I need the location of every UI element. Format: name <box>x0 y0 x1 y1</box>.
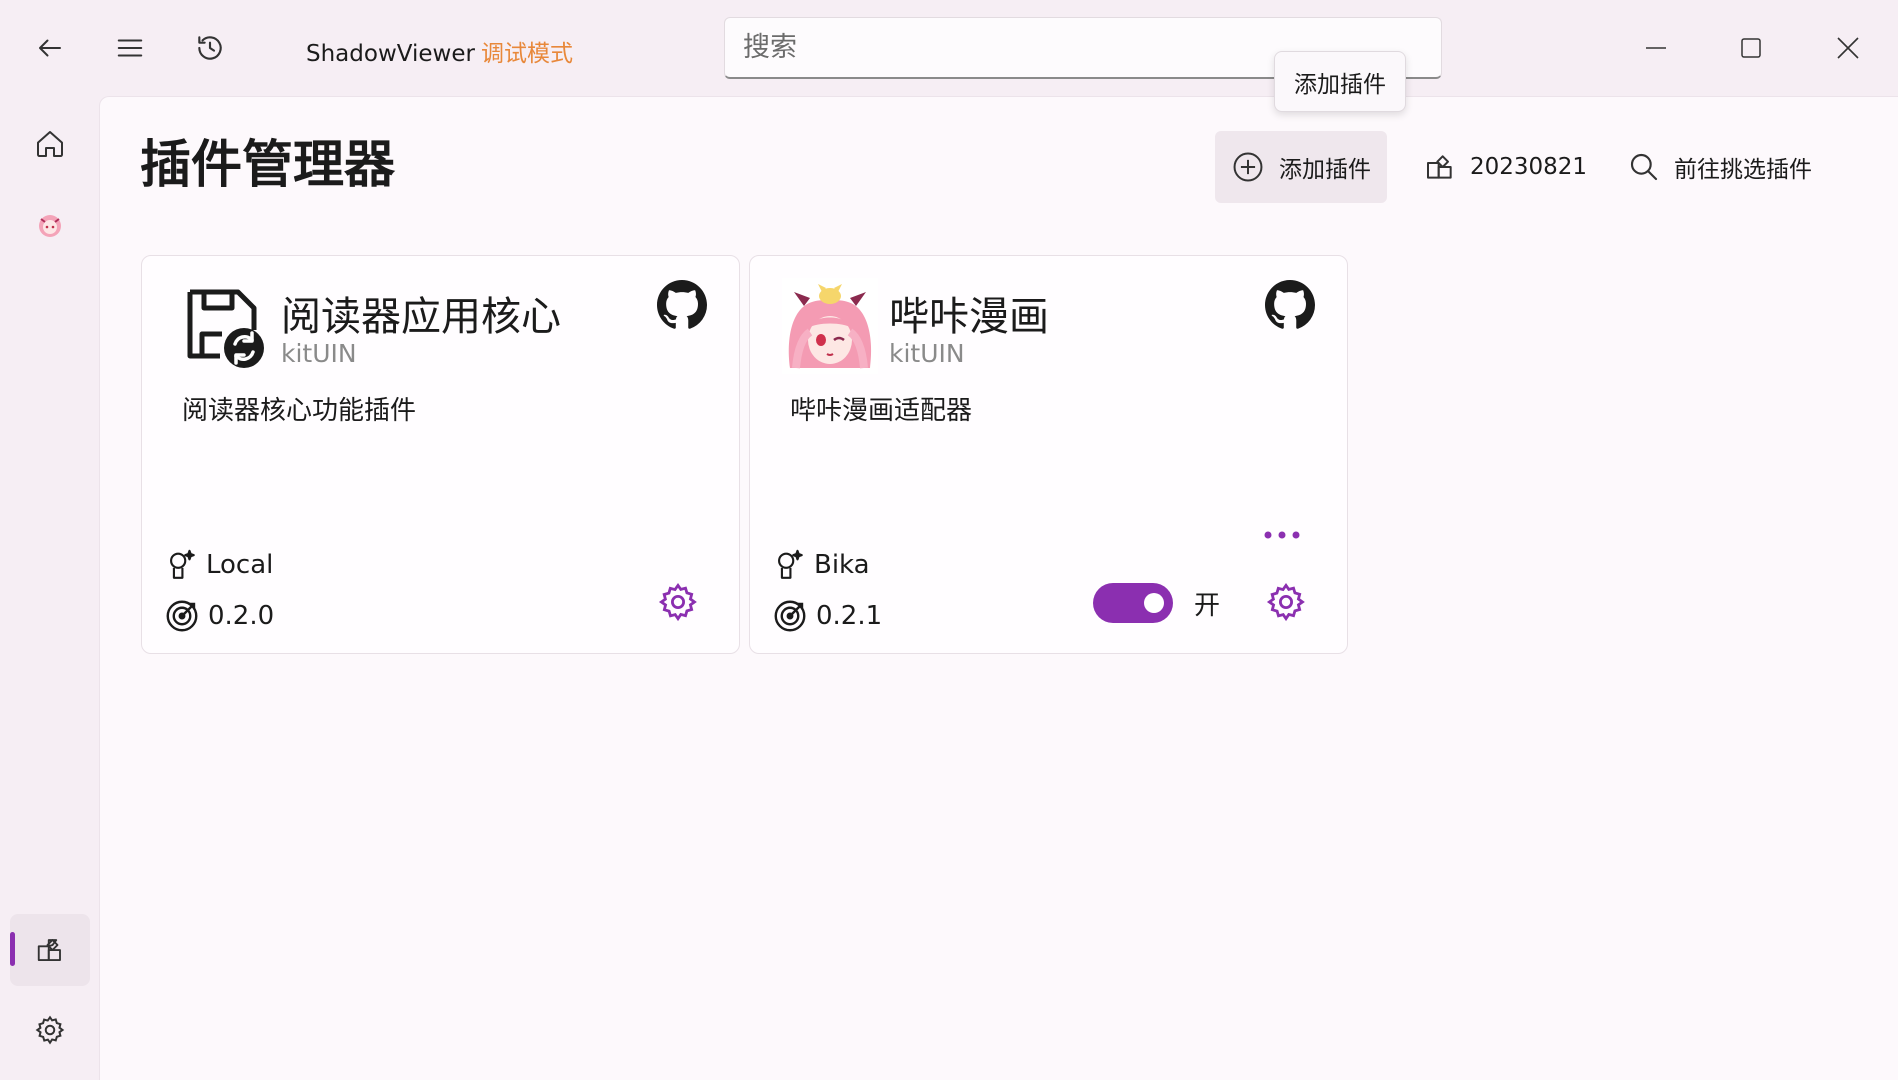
add-plugin-tooltip: 添加插件 <box>1274 51 1406 112</box>
plugin-settings-button[interactable] <box>1262 578 1310 626</box>
plugin-tag-row: Bika <box>772 548 870 582</box>
plugin-tag: Local <box>206 550 274 580</box>
add-circle-icon <box>1233 152 1263 182</box>
toggle-knob <box>1144 593 1164 613</box>
maximize-icon <box>1741 38 1761 58</box>
plugin-name: 阅读器应用核心 <box>281 294 561 340</box>
toggle-state-label: 开 <box>1194 591 1221 621</box>
more-options-button[interactable] <box>1257 520 1307 550</box>
browse-plugins-label: 前往挑选插件 <box>1674 157 1812 183</box>
plugin-tag-row: Local <box>164 548 273 582</box>
version-button[interactable]: 20230821 <box>1408 131 1603 203</box>
browse-plugins-button[interactable]: 前往挑选插件 <box>1612 131 1828 203</box>
sparkle-person-icon <box>778 549 803 579</box>
minimize-button[interactable] <box>1616 14 1696 82</box>
title-bar: ShadowViewer 调试模式 <box>0 0 1898 96</box>
settings-gear-icon <box>1266 582 1305 622</box>
page-title: 插件管理器 <box>140 136 396 195</box>
content-area: 插件管理器 添加插件 20230821 前往挑选插件 阅读器应用核心 kitUI… <box>99 96 1898 1080</box>
add-plugin-label: 添加插件 <box>1279 157 1371 183</box>
nav-plugins[interactable] <box>10 914 90 986</box>
plugin-name: 哔咔漫画 <box>889 294 1049 340</box>
maximize-button[interactable] <box>1711 14 1791 82</box>
nav-home[interactable] <box>10 108 90 180</box>
nav-settings[interactable] <box>10 994 90 1066</box>
plugin-version: 0.2.1 <box>816 601 883 631</box>
version-label: 20230821 <box>1470 154 1588 180</box>
nav-active-indicator <box>10 932 15 966</box>
plugin-version-row: 0.2.1 <box>772 598 882 634</box>
save-sync-icon <box>187 289 264 368</box>
plugin-tag: Bika <box>814 550 870 580</box>
nav-bika[interactable] <box>10 188 90 260</box>
menu-button[interactable] <box>100 20 160 76</box>
github-icon[interactable] <box>1265 280 1315 330</box>
back-button[interactable] <box>20 20 80 76</box>
history-icon <box>198 36 222 60</box>
minimize-icon <box>1646 47 1666 49</box>
settings-gear-icon <box>35 1015 65 1045</box>
back-arrow-icon <box>39 39 61 57</box>
home-icon <box>37 131 63 157</box>
puzzle-icon <box>37 939 61 961</box>
search-icon <box>1630 153 1658 181</box>
app-name: ShadowViewer <box>306 41 475 67</box>
app-title: ShadowViewer 调试模式 <box>306 34 573 68</box>
bika-avatar-icon <box>39 215 61 237</box>
plugin-enable-toggle[interactable] <box>1093 583 1173 623</box>
target-icon <box>166 600 198 632</box>
add-plugin-button[interactable]: 添加插件 <box>1215 131 1387 203</box>
puzzle-icon <box>1427 155 1452 179</box>
close-icon <box>1837 37 1859 59</box>
more-dots-icon <box>1264 531 1300 539</box>
app-window: ShadowViewer调试模式 添加插件 插件管理器 <box>0 0 1898 1080</box>
plugin-version-row: 0.2.0 <box>164 598 274 634</box>
plugin-description: 哔咔漫画适配器 <box>790 396 973 426</box>
sparkle-person-icon <box>170 549 195 579</box>
anime-avatar <box>782 278 878 374</box>
plugin-version: 0.2.0 <box>208 601 275 631</box>
hamburger-icon <box>117 39 143 57</box>
plugin-author: kitUIN <box>281 339 357 368</box>
debug-mode-label: 调试模式 <box>480 41 573 67</box>
target-icon <box>774 600 806 632</box>
plugin-card[interactable]: 哔咔漫画 kitUIN 哔咔漫画适配器 Bika 0.2.1 开 <box>749 255 1348 654</box>
close-button[interactable] <box>1808 14 1888 82</box>
github-icon[interactable] <box>657 280 707 330</box>
history-button[interactable] <box>180 20 240 76</box>
plugin-author: kitUIN <box>889 339 965 368</box>
plugin-card[interactable]: 阅读器应用核心 kitUIN 阅读器核心功能插件 Local 0.2.0 <box>141 255 740 654</box>
plugin-settings-button[interactable] <box>654 578 702 626</box>
plugin-description: 阅读器核心功能插件 <box>182 396 417 426</box>
settings-gear-icon <box>658 582 697 622</box>
